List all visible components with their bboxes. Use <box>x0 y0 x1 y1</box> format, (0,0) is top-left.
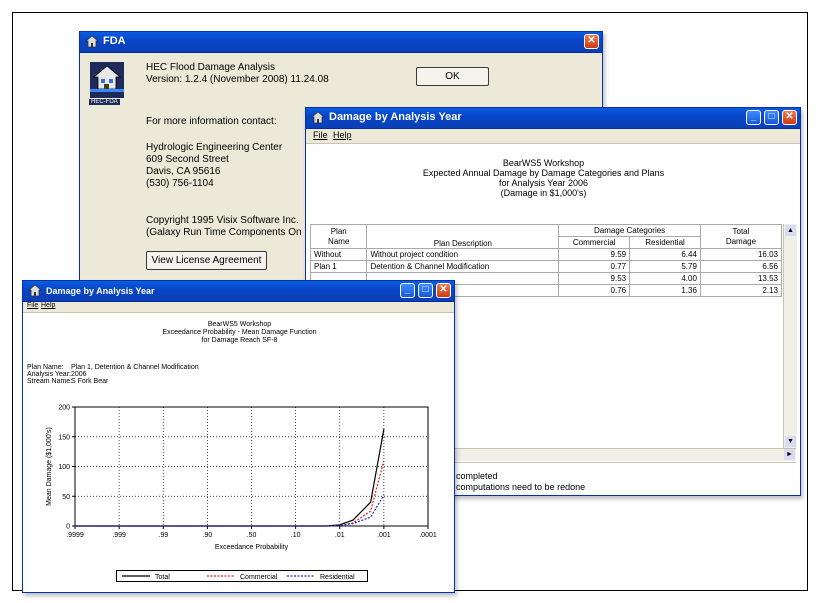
cell-total: 13.53 <box>699 272 783 285</box>
cell-description: Detention & Channel Modification <box>366 260 560 273</box>
hec-fda-logo <box>90 62 124 98</box>
info-label: For more information contact: <box>146 116 277 127</box>
contact-street: 609 Second Street <box>146 154 229 165</box>
close-button[interactable]: ✕ <box>584 34 599 49</box>
header-description: Plan Description <box>366 224 560 249</box>
about-title: FDA <box>103 35 126 47</box>
x-tick-label: .999 <box>112 532 126 539</box>
cell-description: Without project condition <box>366 248 560 261</box>
x-axis-title: Exceedance Probability <box>215 544 289 551</box>
y-tick-label: 50 <box>62 494 70 501</box>
table-row[interactable]: Without Without project condition 9.59 6… <box>309 248 783 261</box>
x-tick-label: .90 <box>203 532 213 539</box>
legend-label: Residential <box>320 574 355 581</box>
view-license-button[interactable]: View License Agreement <box>146 251 267 270</box>
about-titlebar[interactable]: FDA ✕ <box>80 32 602 53</box>
cell-plan: Without <box>309 248 368 261</box>
report-line-4: (Damage in $1,000's) <box>500 188 587 198</box>
logo-text: HEC-FDA <box>89 99 120 105</box>
cell-plan: Plan 1 <box>309 260 368 273</box>
report-line-1: BearWS5 Workshop <box>502 158 585 168</box>
status-line-2: computations need to be redone <box>456 482 586 492</box>
copyright-line-2: (Galaxy Run Time Components On <box>146 227 302 238</box>
report-line-3: for Analysis Year 2006 <box>498 178 589 188</box>
scroll-down-button[interactable]: ▼ <box>785 436 796 447</box>
menu-help[interactable]: Help <box>333 130 352 140</box>
header-commercial: Commercial <box>558 236 631 249</box>
cell-total: 16.03 <box>699 248 783 261</box>
cell-residential: 4.00 <box>629 272 701 285</box>
header-total: Total Damage <box>699 224 783 249</box>
x-tick-label: .01 <box>335 532 345 539</box>
damage-chart-window: Damage by Analysis Year _ □ ✕ File Help … <box>22 280 455 593</box>
house-icon <box>311 111 325 124</box>
close-button[interactable]: ✕ <box>782 110 797 125</box>
contact-phone: (530) 756-1104 <box>146 178 214 189</box>
menu-file[interactable]: File <box>313 130 328 140</box>
header-residential: Residential <box>629 236 701 249</box>
scroll-up-button[interactable]: ▲ <box>785 225 796 236</box>
cell-total: 2.13 <box>699 284 783 297</box>
legend-label: Total <box>155 574 170 581</box>
scroll-right-button[interactable]: ► <box>784 449 795 460</box>
exceedance-chart: .9999 .999 .99 .90 .50 .10 .01 .001 .0001 0 50 100 1… <box>46 405 437 552</box>
cell-residential: 6.44 <box>629 248 701 261</box>
header-plan: Plan Name <box>309 224 368 249</box>
app-name: HEC Flood Damage Analysis <box>146 62 275 73</box>
chart-legend: Total Commercial Residential <box>116 570 368 582</box>
version-text: Version: 1.2.4 (November 2008) 11.24.08 <box>146 74 329 85</box>
x-tick-label: .10 <box>291 532 301 539</box>
x-tick-label: .50 <box>247 532 257 539</box>
table-row[interactable]: Plan 1 Detention & Channel Modification … <box>309 260 783 273</box>
cell-total: 6.56 <box>699 260 783 273</box>
x-tick-label: .99 <box>158 532 168 539</box>
y-tick-label: 150 <box>58 434 70 441</box>
x-tick-label: .0001 <box>419 532 437 539</box>
cell-commercial: 9.53 <box>558 272 631 285</box>
y-tick-label: 200 <box>58 405 70 412</box>
y-tick-label: 100 <box>58 464 70 471</box>
table-window-title: Damage by Analysis Year <box>329 111 462 123</box>
vertical-scrollbar[interactable]: ▲ ▼ <box>783 224 797 448</box>
y-axis-title: Mean Damage ($1,000's) <box>46 427 53 506</box>
copyright-line-1: Copyright 1995 Visix Software Inc. <box>146 215 299 226</box>
cell-commercial: 0.76 <box>558 284 631 297</box>
report-line-2: Expected Annual Damage by Damage Categor… <box>422 168 665 178</box>
maximize-button[interactable]: □ <box>764 110 779 125</box>
header-damage-categories: Damage Categories <box>558 224 701 237</box>
cell-residential: 5.79 <box>629 260 701 273</box>
legend-label: Commercial <box>240 574 278 581</box>
contact-name: Hydrologic Engineering Center <box>146 142 283 153</box>
y-tick-label: 0 <box>66 524 70 531</box>
house-icon <box>85 35 99 48</box>
legend-entries: Total Commercial Residential <box>122 574 355 581</box>
status-line-1: completed <box>456 471 498 481</box>
ok-button[interactable]: OK <box>416 67 489 86</box>
x-tick-label: .001 <box>377 532 391 539</box>
cell-commercial: 9.59 <box>558 248 631 261</box>
minimize-button[interactable]: _ <box>746 110 761 125</box>
contact-city: Davis, CA 95616 <box>146 166 221 177</box>
table-titlebar[interactable]: Damage by Analysis Year _ □ ✕ <box>306 108 800 129</box>
x-tick-label: .9999 <box>66 532 84 539</box>
cell-commercial: 0.77 <box>558 260 631 273</box>
table-menubar: File Help <box>306 129 800 144</box>
cell-residential: 1.36 <box>629 284 701 297</box>
